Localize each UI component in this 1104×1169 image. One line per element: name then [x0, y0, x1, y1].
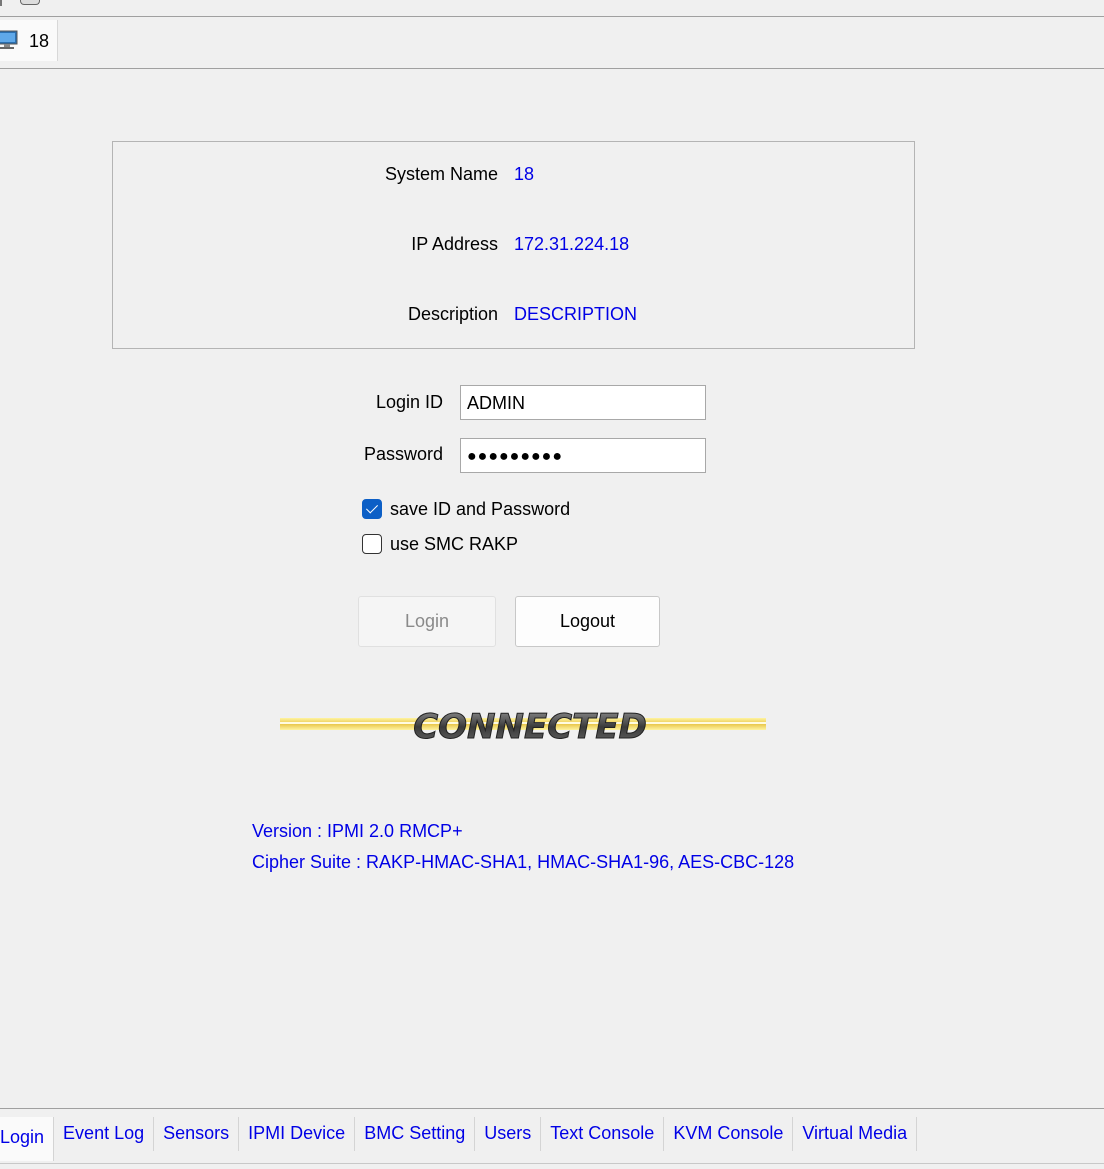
description-label: Description	[407, 304, 498, 324]
smc-rakp-label: use SMC RAKP	[390, 533, 519, 554]
password-label: Password	[363, 444, 443, 464]
bottom-rule	[0, 1163, 1104, 1164]
save-credentials-option[interactable]: save ID and Password	[362, 498, 570, 520]
bottom-tab-list: Login Event Log Sensors IPMI Device BMC Sett…	[0, 1117, 918, 1161]
system-name-value: 18	[514, 164, 535, 184]
save-credentials-label: save ID and Password	[390, 498, 571, 519]
toolbar-icon-partial[interactable]	[20, 0, 40, 5]
bottom-tab-bar: Login Event Log Sensors IPMI Device BMC Sett…	[0, 1108, 1104, 1169]
description-value: DESCRIPTION	[514, 304, 638, 324]
login-id-input[interactable]: ADMIN	[460, 385, 706, 420]
logout-button[interactable]: Logout	[515, 596, 660, 647]
server-tab[interactable]: 18	[0, 20, 58, 61]
smc-rakp-checkbox[interactable]	[362, 534, 382, 554]
tab-text-console[interactable]: Text Console	[541, 1117, 665, 1151]
window-edge	[0, 0, 2, 6]
tab-users[interactable]: Users	[475, 1117, 542, 1151]
system-name-label: System Name	[384, 164, 498, 184]
login-id-label: Login ID	[375, 392, 443, 412]
connected-status-banner: CONNECTED	[280, 707, 766, 748]
ip-address-row: IP Address 172.31.224.18	[113, 234, 916, 258]
tab-event-log[interactable]: Event Log	[54, 1117, 155, 1151]
cipher-suite-text: Cipher Suite : RAKP-HMAC-SHA1, HMAC-SHA1…	[252, 852, 795, 872]
tab-bmc-setting[interactable]: BMC Setting	[355, 1117, 476, 1151]
login-button[interactable]: Login	[358, 596, 496, 647]
tab-kvm-console[interactable]: KVM Console	[664, 1117, 794, 1151]
ip-address-value: 172.31.224.18	[514, 234, 630, 254]
system-name-row: System Name 18	[113, 164, 916, 188]
tab-sensors[interactable]: Sensors	[154, 1117, 240, 1151]
version-text: Version : IPMI 2.0 RMCP+	[252, 821, 463, 841]
save-credentials-checkbox[interactable]	[362, 499, 382, 519]
tab-ipmi-device[interactable]: IPMI Device	[239, 1117, 356, 1151]
server-tab-label: 18	[29, 31, 50, 51]
description-row: Description DESCRIPTION	[113, 304, 916, 328]
monitor-icon	[0, 30, 18, 49]
server-tab-bar: 18	[0, 17, 1104, 69]
tab-virtual-media[interactable]: Virtual Media	[793, 1117, 918, 1151]
password-input[interactable]: ●●●●●●●●●	[460, 438, 706, 473]
tab-login[interactable]: Login	[0, 1117, 55, 1161]
smc-rakp-option[interactable]: use SMC RAKP	[362, 533, 518, 555]
system-info-panel: System Name 18 IP Address 172.31.224.18 …	[112, 141, 915, 349]
window-top-strip	[0, 0, 1104, 17]
ip-address-label: IP Address	[411, 234, 498, 254]
connected-status-text: CONNECTED	[413, 707, 647, 747]
